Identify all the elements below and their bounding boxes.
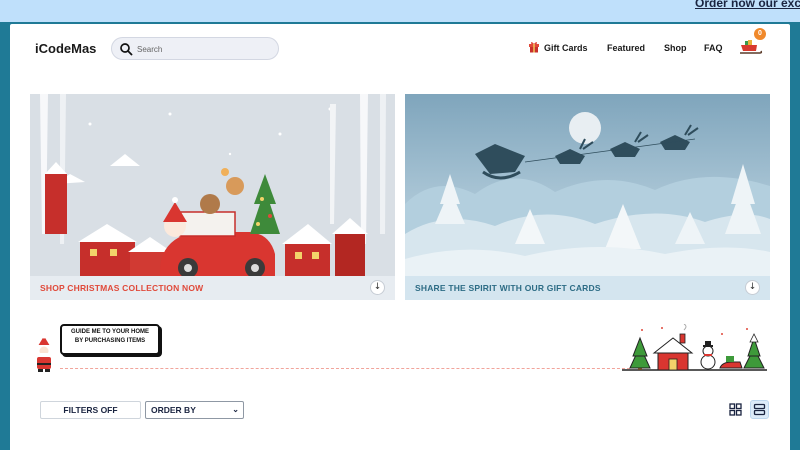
order-by-select[interactable]: ORDER BY ⌄ [145,401,244,419]
filters-toggle-button[interactable]: FILTERS OFF [40,401,141,419]
banner-caption-shop[interactable]: SHOP CHRISTMAS COLLECTION NOW ↓ [30,276,395,300]
cart-button[interactable] [739,37,763,57]
cart-count-badge: 0 [754,28,766,40]
nav-shop[interactable]: Shop [664,43,687,53]
search-icon [120,43,133,56]
nav-faq[interactable]: FAQ [704,43,723,53]
guide-speech-bubble: GUIDE ME TO YOUR HOME BY PURCHASING ITEM… [60,324,160,355]
grid-view-button[interactable] [726,400,745,419]
reindeer-sleigh-illustration [405,94,770,276]
nav-gift-cards[interactable]: Gift Cards [544,43,588,53]
site-logo[interactable]: iCodeMas [35,41,96,56]
search-box[interactable] [111,37,279,60]
search-input[interactable] [137,41,267,57]
banner-caption-text[interactable]: SHOP CHRISTMAS COLLECTION NOW [40,283,203,293]
gift-cards-banner[interactable]: SHARE THE SPIRIT WITH OUR GIFT CARDS ↓ [405,94,770,300]
list-view-icon [753,403,766,416]
chevron-down-icon: ⌄ [232,405,239,414]
sleigh-cart-icon [740,40,763,54]
scroll-down-arrow-icon[interactable]: ↓ [370,280,385,295]
path-dashed-line [60,368,630,369]
list-view-button[interactable] [750,400,769,419]
order-by-label: ORDER BY [151,405,196,415]
snow-village-icon [622,324,767,371]
christmas-car-illustration [30,94,395,276]
gift-icon [529,42,539,53]
christmas-collection-banner[interactable]: SHOP CHRISTMAS COLLECTION NOW ↓ [30,94,395,300]
scroll-down-arrow-icon[interactable]: ↓ [745,280,760,295]
page-container: iCodeMas Gift Cards Featured Shop FAQ 0 [10,24,790,450]
grid-view-icon [729,403,742,416]
promo-link[interactable]: Order now our exclusive [695,0,800,10]
promo-bar: Order now our exclusive [0,0,800,22]
santa-icon [37,336,51,372]
banner-caption-gift[interactable]: SHARE THE SPIRIT WITH OUR GIFT CARDS ↓ [405,276,770,300]
nav-featured[interactable]: Featured [607,43,645,53]
banner-caption-text[interactable]: SHARE THE SPIRIT WITH OUR GIFT CARDS [415,283,601,293]
